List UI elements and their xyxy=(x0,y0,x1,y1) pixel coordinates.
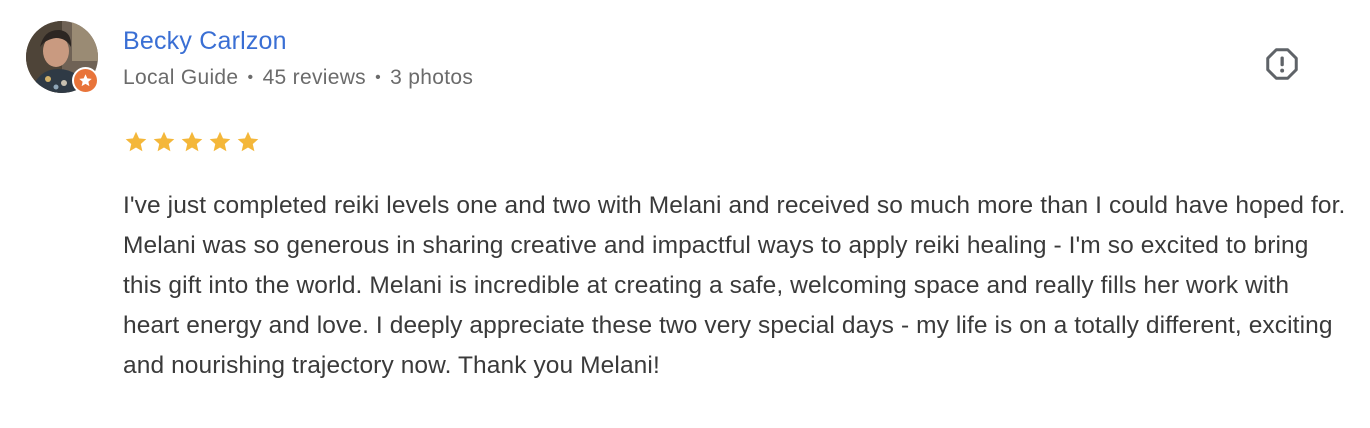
meta-separator: • xyxy=(375,69,382,86)
review-card: Becky Carlzon Local Guide • 45 reviews •… xyxy=(0,0,1370,428)
photo-count[interactable]: 3 photos xyxy=(390,66,473,89)
star-icon xyxy=(181,131,203,152)
report-flag-icon xyxy=(1266,48,1298,80)
star-icon xyxy=(125,131,147,152)
meta-separator: • xyxy=(247,69,254,86)
star-icon xyxy=(209,131,231,152)
reviewer-meta: Local Guide • 45 reviews • 3 photos xyxy=(123,63,473,93)
report-review-button[interactable] xyxy=(1262,44,1302,84)
star-rating xyxy=(123,129,261,157)
review-count[interactable]: 45 reviews xyxy=(263,66,366,89)
reviewer-avatar[interactable] xyxy=(26,21,100,95)
review-text: I've just completed reiki levels one and… xyxy=(123,192,1346,379)
local-guide-label: Local Guide xyxy=(123,66,239,89)
reviewer-name-link[interactable]: Becky Carlzon xyxy=(123,25,287,57)
local-guide-badge-icon xyxy=(72,67,99,94)
star-icon xyxy=(237,131,259,152)
local-guide-star-icon xyxy=(79,74,92,87)
star-icon xyxy=(153,131,175,152)
